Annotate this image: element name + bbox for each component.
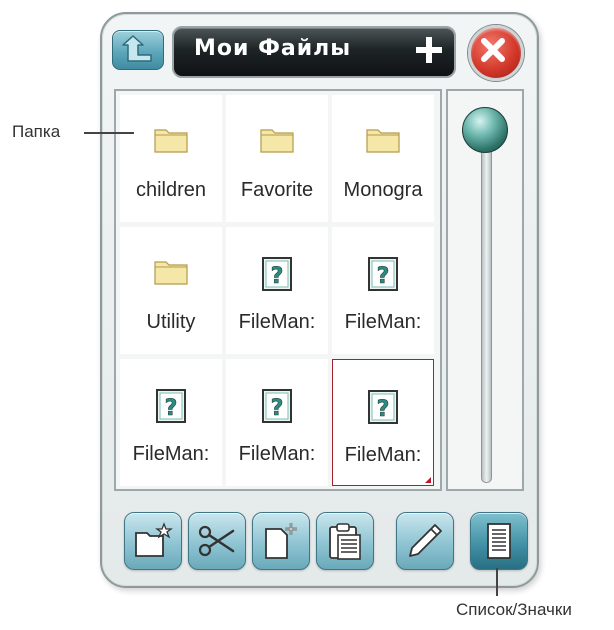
svg-text:?: ? bbox=[377, 397, 390, 422]
new-file-button[interactable] bbox=[252, 512, 310, 570]
list-view-icon bbox=[487, 523, 511, 559]
new-file-icon bbox=[265, 523, 297, 559]
folder-title-bar: Мои Файлы bbox=[172, 26, 456, 78]
unknown-file-icon: ? bbox=[156, 389, 186, 423]
new-folder-icon bbox=[135, 522, 173, 557]
folder-icon bbox=[154, 261, 188, 285]
folder-callout-line bbox=[84, 132, 134, 134]
unknown-file-icon: ? bbox=[368, 257, 398, 291]
file-item[interactable]: Favorite bbox=[226, 95, 328, 222]
folder-icon bbox=[154, 129, 188, 153]
list-icons-callout: Список/Значки bbox=[456, 600, 572, 619]
file-item[interactable]: Utility bbox=[120, 227, 222, 354]
file-label: Monogra bbox=[343, 179, 423, 201]
scissors-icon bbox=[198, 525, 235, 557]
scroll-thumb[interactable] bbox=[462, 107, 508, 153]
file-label: FileMan: bbox=[132, 443, 210, 465]
file-label: FileMan: bbox=[238, 443, 316, 465]
file-item[interactable]: ? FileMan: bbox=[226, 227, 328, 354]
file-item[interactable]: ? FileMan: bbox=[332, 227, 434, 354]
file-grid: children Favorite Monogra Utility ? File… bbox=[114, 89, 442, 491]
list-view-button[interactable] bbox=[470, 512, 528, 570]
plus-icon[interactable] bbox=[414, 35, 444, 65]
list-callout-line bbox=[496, 568, 498, 596]
unknown-file-icon: ? bbox=[262, 257, 292, 291]
svg-text:?: ? bbox=[271, 264, 284, 289]
svg-text:?: ? bbox=[377, 264, 390, 289]
unknown-file-icon: ? bbox=[368, 390, 398, 424]
folder-icon bbox=[366, 129, 400, 153]
file-label: Favorite bbox=[240, 179, 314, 201]
close-button[interactable] bbox=[468, 25, 524, 81]
folder-callout: Папка bbox=[12, 122, 61, 141]
file-item[interactable]: children bbox=[120, 95, 222, 222]
scroll-track[interactable] bbox=[481, 131, 492, 483]
up-folder-icon bbox=[122, 35, 152, 62]
file-item[interactable]: ? FileMan: bbox=[226, 359, 328, 486]
pencil-icon bbox=[409, 524, 442, 557]
unknown-file-icon: ? bbox=[262, 389, 292, 423]
svg-text:?: ? bbox=[165, 396, 178, 421]
file-label: children bbox=[135, 179, 207, 201]
folder-title: Мои Файлы bbox=[194, 36, 352, 61]
scrollbar[interactable] bbox=[446, 89, 524, 491]
file-label: Utility bbox=[146, 311, 196, 333]
file-label: FileMan: bbox=[238, 311, 316, 333]
svg-text:?: ? bbox=[271, 396, 284, 421]
cut-button[interactable] bbox=[188, 512, 246, 570]
paste-icon bbox=[329, 523, 361, 560]
file-item-selected[interactable]: ? FileMan: bbox=[332, 359, 434, 486]
file-label: FileMan: bbox=[344, 311, 422, 333]
rename-button[interactable] bbox=[396, 512, 454, 570]
folder-icon bbox=[260, 129, 294, 153]
file-item[interactable]: ? FileMan: bbox=[120, 359, 222, 486]
close-icon bbox=[481, 38, 505, 62]
selection-mark bbox=[425, 477, 431, 483]
paste-button[interactable] bbox=[316, 512, 374, 570]
file-label: FileMan: bbox=[344, 444, 422, 466]
new-folder-button[interactable] bbox=[124, 512, 182, 570]
up-folder-button[interactable] bbox=[112, 30, 164, 70]
file-item[interactable]: Monogra bbox=[332, 95, 434, 222]
